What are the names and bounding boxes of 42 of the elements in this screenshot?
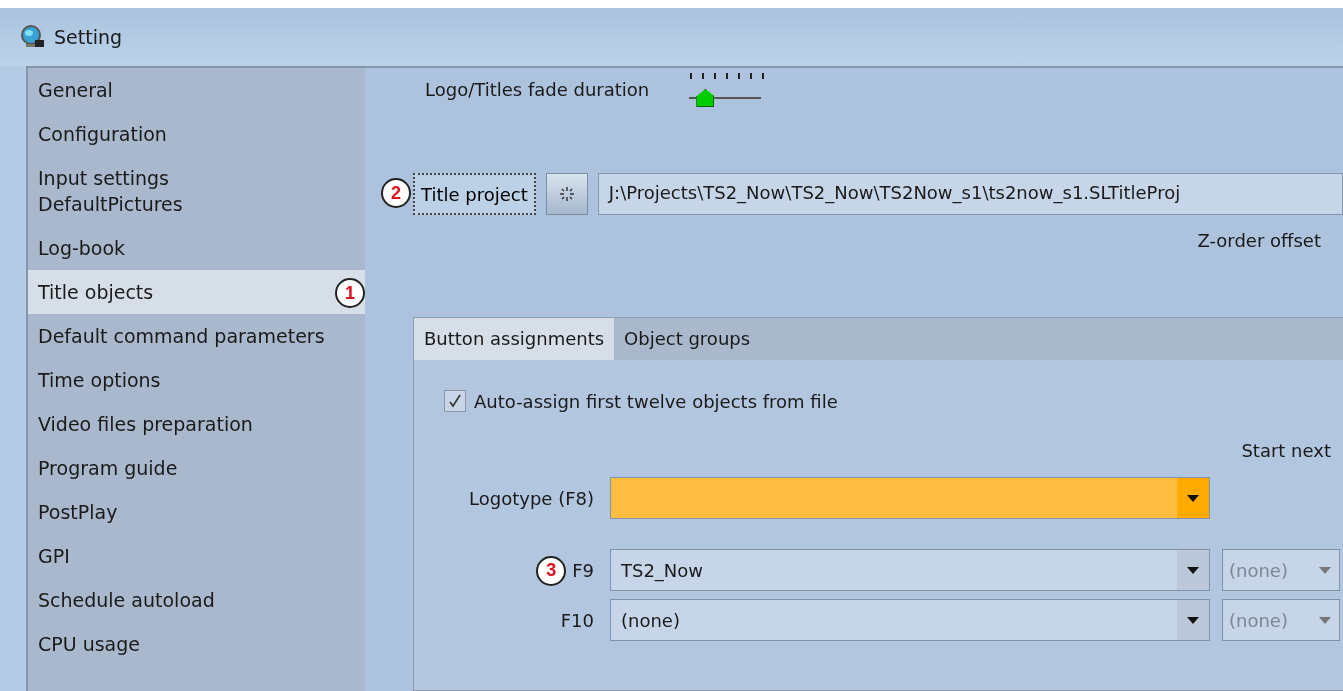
sparkle-icon [558, 186, 575, 202]
sidebar-item[interactable]: Log-book [28, 226, 365, 270]
tab[interactable]: Button assignments [414, 318, 615, 360]
fade-duration-label: Logo/Titles fade duration [425, 78, 650, 100]
function-key-label: F9 [572, 559, 594, 581]
dropdown-arrow-icon [1319, 566, 1331, 574]
callout-badge: 3 [536, 555, 567, 586]
refresh-button[interactable] [545, 173, 588, 215]
sidebar-item[interactable]: Title objects 1 [28, 270, 365, 314]
logotype-label: Logotype (F8) [468, 487, 594, 509]
checkbox[interactable] [444, 390, 466, 412]
checkmark-icon [448, 394, 462, 408]
auto-assign-label: Auto-assign first twelve objects from file [474, 390, 838, 412]
object-dropdown[interactable]: TS2_Now [610, 549, 1210, 591]
sidebar-item[interactable]: Video files preparation [28, 402, 365, 446]
dropdown-arrow-icon [1187, 494, 1199, 502]
tab[interactable]: Object groups [614, 318, 761, 360]
object-dropdown[interactable]: (none) [610, 599, 1210, 641]
sidebar-item[interactable]: Program guide [28, 446, 365, 490]
dropdown-arrow-icon [1319, 616, 1331, 624]
sidebar-item[interactable]: Schedule autoload [28, 578, 365, 622]
sidebar-item[interactable]: General [28, 68, 365, 112]
window-title: Setting [54, 26, 123, 48]
sidebar-item[interactable]: Configuration [28, 112, 365, 156]
function-key-label: F10 [560, 609, 594, 631]
dropdown-arrow-icon [1187, 616, 1199, 624]
sidebar-item[interactable]: Time options [28, 358, 365, 402]
fade-duration-slider[interactable] [689, 73, 766, 105]
z-order-offset-label: Z-order offset [1197, 230, 1321, 251]
globe-app-icon [20, 24, 46, 50]
project-path-field[interactable]: J:\Projects\TS2_Now\TS2_Now\TS2Now_s1\ts2now_s1.SLTitleProj [597, 173, 1343, 215]
sidebar-item[interactable]: Default command parameters [28, 314, 365, 358]
callout-badge: 1 [335, 278, 365, 308]
sidebar-item[interactable]: CPU usage [28, 622, 365, 666]
dropdown-arrow-icon [1187, 566, 1199, 574]
scale-ticks-icon [689, 73, 766, 79]
sidebar-item[interactable]: GPI [28, 534, 365, 578]
start-next-label: Start next [1241, 440, 1331, 461]
sidebar-item[interactable]: PostPlay [28, 490, 365, 534]
title-project-button[interactable]: Title project [413, 173, 536, 215]
sidebar-item[interactable]: Input settings DefaultPictures [28, 156, 365, 226]
callout-badge: 2 [381, 178, 411, 208]
